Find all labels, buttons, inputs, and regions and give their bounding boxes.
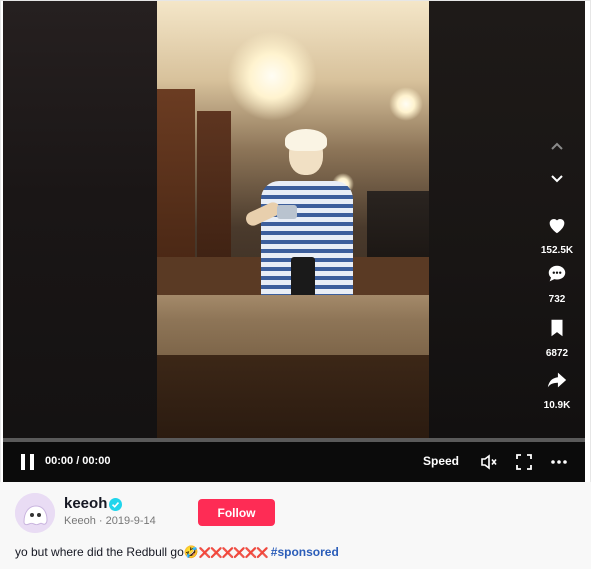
volume-button[interactable] (479, 452, 499, 472)
time-display: 00:00 / 00:00 (45, 455, 111, 467)
caption-symbols: ❌❌❌❌❌❌ (198, 548, 269, 559)
like-count: 152.5K (540, 245, 574, 256)
like-action[interactable]: 152.5K (535, 214, 579, 256)
comment-icon (548, 265, 566, 282)
bookmark-icon (551, 319, 563, 337)
author-subline: Keeoh · 2019-9-14 (64, 515, 156, 527)
video-frame[interactable] (157, 1, 429, 438)
fullscreen-button[interactable] (514, 452, 534, 472)
hashtag-link[interactable]: #sponsored (271, 545, 339, 559)
chevron-down-icon (551, 175, 563, 183)
post-date: 2019-9-14 (105, 515, 156, 527)
avatar[interactable] (15, 493, 55, 533)
ceiling-light (227, 31, 317, 121)
kitchen-cabinet (197, 111, 231, 261)
comment-action[interactable]: 732 (535, 263, 579, 305)
video-blur-left (3, 1, 157, 438)
pause-button[interactable] (21, 454, 35, 470)
author-nickname: Keeoh (64, 515, 96, 527)
verified-icon (109, 498, 122, 511)
fullscreen-icon (516, 454, 532, 470)
speed-button[interactable]: Speed (423, 454, 459, 468)
previous-video-button[interactable] (542, 131, 572, 161)
follow-button[interactable]: Follow (198, 499, 275, 526)
video-player[interactable]: 152.5K 732 6872 10.9K 00:00 / 00:00 Spee… (3, 1, 585, 482)
more-options-button[interactable] (549, 452, 569, 472)
video-caption: yo but where did the Redbull go🤣❌❌❌❌❌❌ #… (15, 545, 339, 559)
granite-countertop (157, 295, 429, 357)
video-info: keeoh Keeoh · 2019-9-14 Follow yo but wh… (0, 482, 591, 569)
comment-count: 732 (548, 294, 566, 305)
chevron-up-icon (551, 142, 563, 150)
next-video-button[interactable] (542, 164, 572, 194)
side-actions: 152.5K 732 6872 10.9K (535, 1, 585, 438)
pause-icon (21, 454, 25, 470)
share-action[interactable]: 10.9K (535, 369, 579, 411)
author-username[interactable]: keeoh (64, 495, 107, 512)
can (277, 205, 297, 219)
save-action[interactable]: 6872 (535, 317, 579, 359)
save-count: 6872 (545, 348, 569, 359)
player-controls: 00:00 / 00:00 Speed (3, 442, 585, 482)
ceiling-light (389, 87, 423, 121)
person-hair (285, 129, 327, 151)
share-count: 10.9K (543, 400, 571, 411)
volume-icon (481, 454, 497, 470)
caption-text: yo but where did the Redbull go (15, 545, 184, 559)
island-cabinet (157, 355, 429, 438)
caption-emoji: 🤣 (183, 545, 199, 559)
separator: · (98, 515, 106, 527)
kitchen-cabinet (157, 89, 195, 259)
ghost-avatar-icon (15, 493, 55, 533)
tumbler (291, 257, 315, 299)
heart-icon (549, 219, 565, 234)
more-icon (551, 460, 567, 464)
share-icon (547, 372, 567, 388)
